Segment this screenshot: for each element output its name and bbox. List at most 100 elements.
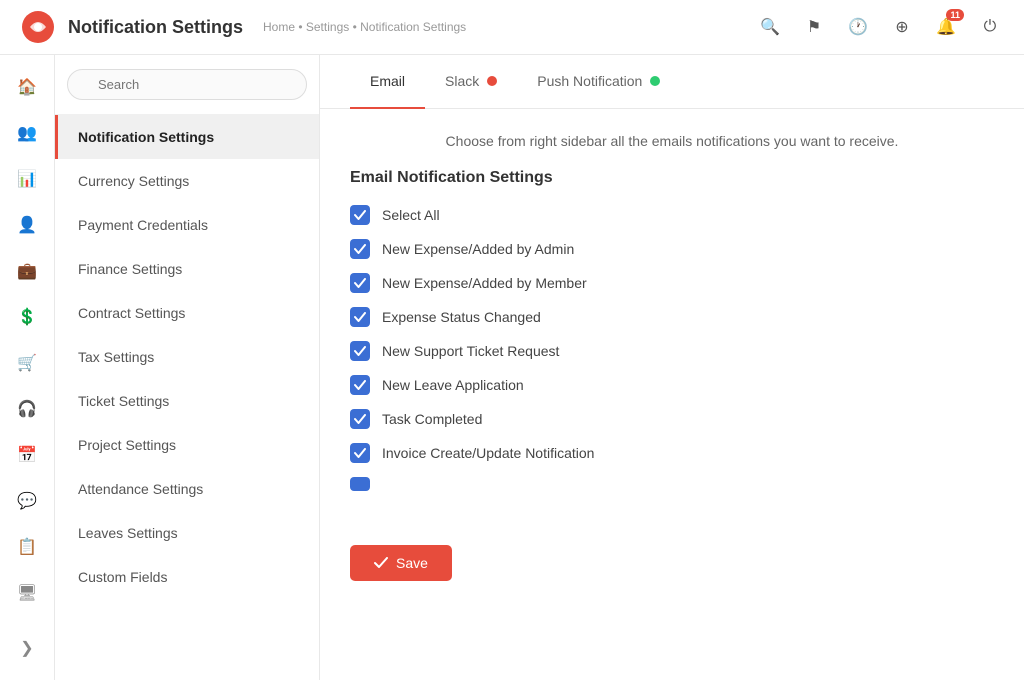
sidebar-item-ticket-settings[interactable]: Ticket Settings: [55, 379, 319, 423]
checkbox-task-completed-input[interactable]: [350, 409, 370, 429]
section-title: Email Notification Settings: [350, 169, 994, 187]
sidebar-item-notification-settings[interactable]: Notification Settings: [55, 115, 319, 159]
checkbox-new-expense-member-label: New Expense/Added by Member: [382, 275, 587, 291]
checkmark-icon: [354, 448, 366, 458]
person-icon[interactable]: 👤: [7, 205, 47, 245]
sidebar-item-label: Custom Fields: [78, 569, 167, 585]
checkmark-icon: [354, 312, 366, 322]
notification-icon[interactable]: 🔔 11: [932, 13, 960, 41]
expand-icon[interactable]: ❯: [7, 628, 47, 668]
checkmark-icon: [354, 278, 366, 288]
calendar-icon[interactable]: 📅: [7, 435, 47, 475]
info-text: Choose from right sidebar all the emails…: [350, 133, 994, 149]
clock-icon[interactable]: 🕐: [844, 13, 872, 41]
chart-icon[interactable]: 📊: [7, 159, 47, 199]
search-wrapper: 🔍: [67, 69, 307, 100]
headset-icon[interactable]: 🎧: [7, 389, 47, 429]
tabs-bar: Email Slack Push Notification: [320, 55, 1024, 109]
cart-icon[interactable]: 🛒: [7, 343, 47, 383]
sidebar-item-finance-settings[interactable]: Finance Settings: [55, 247, 319, 291]
sidebar-item-label: Leaves Settings: [78, 525, 178, 541]
header-left: Notification Settings Home • Settings • …: [20, 9, 466, 45]
tab-email[interactable]: Email: [350, 55, 425, 109]
checkmark-icon: [354, 210, 366, 220]
sidebar-item-currency-settings[interactable]: Currency Settings: [55, 159, 319, 203]
checkbox-new-expense-member: New Expense/Added by Member: [350, 273, 994, 293]
tab-email-label: Email: [370, 73, 405, 89]
tab-push-label: Push Notification: [537, 73, 642, 89]
users-icon[interactable]: 👥: [7, 113, 47, 153]
home-icon[interactable]: 🏠: [7, 67, 47, 107]
checkbox-select-all: Select All: [350, 205, 994, 225]
sidebar-item-label: Ticket Settings: [78, 393, 169, 409]
briefcase-icon[interactable]: 💼: [7, 251, 47, 291]
search-icon[interactable]: 🔍: [756, 13, 784, 41]
sidebar-item-payment-credentials[interactable]: Payment Credentials: [55, 203, 319, 247]
sidebar-item-leaves-settings[interactable]: Leaves Settings: [55, 511, 319, 555]
message-icon[interactable]: 💬: [7, 481, 47, 521]
checkbox-invoice: Invoice Create/Update Notification: [350, 443, 994, 463]
sidebar: 🔍 Notification Settings Currency Setting…: [55, 55, 320, 680]
sidebar-item-label: Tax Settings: [78, 349, 154, 365]
sidebar-item-label: Payment Credentials: [78, 217, 208, 233]
sidebar-item-label: Project Settings: [78, 437, 176, 453]
notification-badge: 11: [946, 9, 964, 21]
sidebar-item-label: Finance Settings: [78, 261, 182, 277]
breadcrumb: Home • Settings • Notification Settings: [263, 20, 466, 34]
checkbox-expense-status: Expense Status Changed: [350, 307, 994, 327]
sidebar-search-container: 🔍: [55, 55, 319, 115]
checkbox-new-expense-admin: New Expense/Added by Admin: [350, 239, 994, 259]
content-body: Choose from right sidebar all the emails…: [320, 109, 1024, 529]
plus-icon[interactable]: ⊕: [888, 13, 916, 41]
search-input[interactable]: [67, 69, 307, 100]
icon-bar: 🏠 👥 📊 👤 💼 💲 🛒 🎧 📅 💬 📋 🖥 ❯: [0, 55, 55, 680]
monitor-icon[interactable]: 🖥: [7, 573, 47, 613]
save-button[interactable]: Save: [350, 545, 452, 581]
power-icon[interactable]: ⏻: [976, 13, 1004, 41]
tab-push-notification[interactable]: Push Notification: [517, 55, 680, 109]
sidebar-item-label: Currency Settings: [78, 173, 189, 189]
checkbox-invoice-input[interactable]: [350, 443, 370, 463]
checkmark-icon: [354, 346, 366, 356]
checkbox-new-expense-member-input[interactable]: [350, 273, 370, 293]
sidebar-item-label: Attendance Settings: [78, 481, 203, 497]
checkbox-support-ticket-label: New Support Ticket Request: [382, 343, 559, 359]
sidebar-item-custom-fields[interactable]: Custom Fields: [55, 555, 319, 599]
slack-status-dot: [487, 76, 497, 86]
main-layout: 🏠 👥 📊 👤 💼 💲 🛒 🎧 📅 💬 📋 🖥 ❯ 🔍 Notification…: [0, 55, 1024, 680]
save-checkmark-icon: [374, 557, 388, 569]
checkbox-extra: [350, 477, 994, 491]
sidebar-item-label: Contract Settings: [78, 305, 185, 321]
sidebar-item-contract-settings[interactable]: Contract Settings: [55, 291, 319, 335]
checkbox-leave-application-label: New Leave Application: [382, 377, 524, 393]
app-logo: [20, 9, 56, 45]
content-area: Email Slack Push Notification Choose fro…: [320, 55, 1024, 680]
page-title: Notification Settings: [68, 17, 243, 38]
checkmark-icon: [354, 244, 366, 254]
checkbox-expense-status-label: Expense Status Changed: [382, 309, 541, 325]
checkbox-task-completed: Task Completed: [350, 409, 994, 429]
push-status-dot: [650, 76, 660, 86]
checkbox-new-expense-admin-label: New Expense/Added by Admin: [382, 241, 574, 257]
sidebar-item-attendance-settings[interactable]: Attendance Settings: [55, 467, 319, 511]
checkbox-extra-input[interactable]: [350, 477, 370, 491]
clipboard-icon[interactable]: 📋: [7, 527, 47, 567]
checkbox-expense-status-input[interactable]: [350, 307, 370, 327]
checkmark-icon: [354, 380, 366, 390]
checkbox-task-completed-label: Task Completed: [382, 411, 482, 427]
dollar-icon[interactable]: 💲: [7, 297, 47, 337]
checkbox-select-all-input[interactable]: [350, 205, 370, 225]
save-button-label: Save: [396, 555, 428, 571]
checkbox-support-ticket-input[interactable]: [350, 341, 370, 361]
checkbox-invoice-label: Invoice Create/Update Notification: [382, 445, 594, 461]
checkbox-select-all-label: Select All: [382, 207, 440, 223]
header: Notification Settings Home • Settings • …: [0, 0, 1024, 55]
checkbox-leave-application-input[interactable]: [350, 375, 370, 395]
header-right: 🔍 ⚑ 🕐 ⊕ 🔔 11 ⏻: [756, 13, 1004, 41]
flag-icon[interactable]: ⚑: [800, 13, 828, 41]
save-button-wrapper: Save: [320, 529, 1024, 601]
sidebar-item-tax-settings[interactable]: Tax Settings: [55, 335, 319, 379]
sidebar-item-project-settings[interactable]: Project Settings: [55, 423, 319, 467]
checkbox-new-expense-admin-input[interactable]: [350, 239, 370, 259]
tab-slack[interactable]: Slack: [425, 55, 517, 109]
